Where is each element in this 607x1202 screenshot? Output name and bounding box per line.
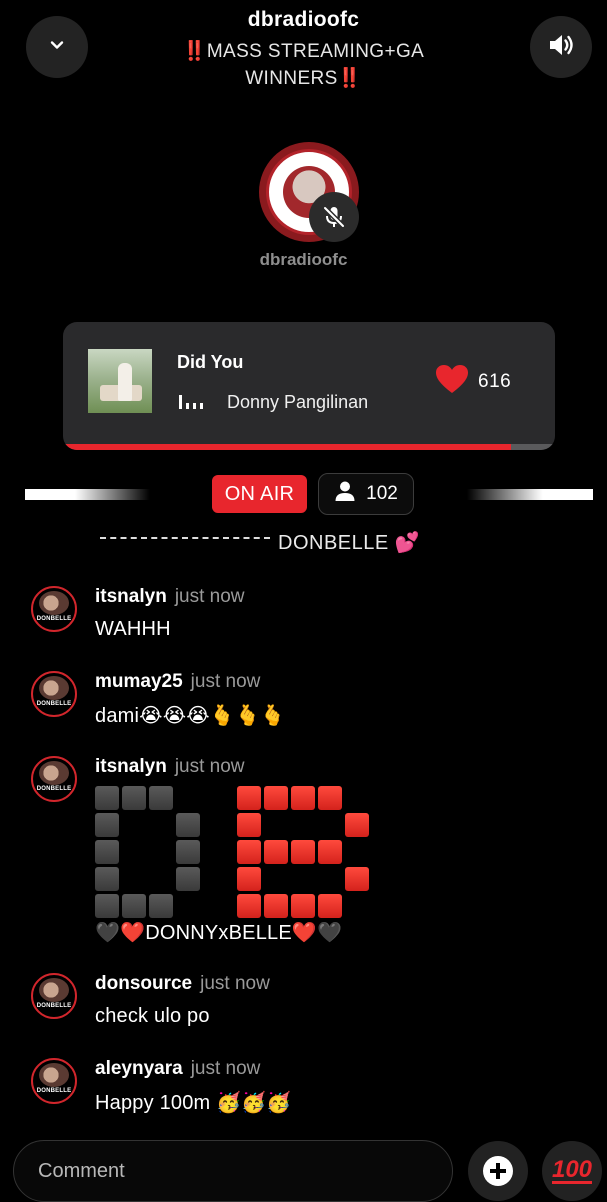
speaker-icon <box>546 30 576 65</box>
divider-right <box>467 489 593 500</box>
room-title: dbradioofc <box>247 8 360 31</box>
user-avatar[interactable] <box>31 1058 77 1104</box>
host-name: dbradioofc <box>259 250 348 269</box>
message-username[interactable]: itsnalyn just now <box>95 756 245 778</box>
heart-icon[interactable] <box>435 364 469 399</box>
message-username[interactable]: donsource just now <box>95 973 270 995</box>
composer-bar: Comment 100 <box>0 1138 607 1202</box>
user-avatar[interactable] <box>31 973 77 1019</box>
message-time: just now <box>174 586 245 607</box>
hundred-reaction-button[interactable]: 100 <box>542 1141 602 1201</box>
user-avatar[interactable] <box>31 756 77 802</box>
like-count: 616 <box>478 371 512 392</box>
on-air-badge: ON AIR <box>212 475 307 513</box>
listener-count-button[interactable]: 102 <box>318 473 414 515</box>
message-username[interactable]: aleynyara just now <box>95 1058 260 1080</box>
message-time: just now <box>190 1058 261 1079</box>
message-text-partial: DONBELLE 💕 <box>100 530 420 555</box>
chevron-down-icon <box>47 35 67 60</box>
emoji-art-d <box>95 786 200 918</box>
message-text: dami😭😭😭🫰🫰🫰 <box>95 705 286 727</box>
room-subtitle: ‼️MASS STREAMING+GA WINNERS‼️ <box>182 41 425 89</box>
message-time: just now <box>190 671 261 692</box>
now-playing-card[interactable]: Did You Donny Pangilinan 616 <box>63 322 555 450</box>
volume-button[interactable] <box>530 16 592 78</box>
chat-feed[interactable]: DONBELLE 💕 itsnalynjust now WAHHH mumay2… <box>0 520 607 1140</box>
message-text: 🖤❤️DONNYxBELLE❤️🖤 <box>95 922 343 944</box>
album-cover <box>88 349 152 413</box>
equalizer-icon <box>179 393 203 409</box>
user-icon <box>334 480 356 508</box>
message-text: Happy 100m 🥳🥳🥳 <box>95 1092 292 1114</box>
message-text: check ulo po <box>95 1005 210 1027</box>
user-avatar[interactable] <box>31 586 77 632</box>
room-subtitle-text: MASS STREAMING+GA WINNERS <box>206 41 425 89</box>
message-time: just now <box>174 756 245 777</box>
plus-icon <box>483 1156 513 1186</box>
song-title: Did You <box>177 352 244 372</box>
message-text: WAHHH <box>95 618 171 640</box>
song-artist: Donny Pangilinan <box>227 392 369 412</box>
add-button[interactable] <box>468 1141 528 1201</box>
message-username[interactable]: mumay25 just now <box>95 671 260 693</box>
message-username[interactable]: itsnalyn just now <box>95 586 245 608</box>
song-progress-bar <box>63 444 555 450</box>
song-progress-fill <box>63 444 511 450</box>
emoji-art-b <box>237 786 369 918</box>
listener-count: 102 <box>366 483 398 504</box>
user-avatar[interactable] <box>31 671 77 717</box>
divider-left <box>25 489 150 500</box>
mic-off-icon <box>309 192 359 242</box>
live-status-row: ON AIR 102 <box>0 472 607 518</box>
comment-input[interactable]: Comment <box>13 1140 453 1202</box>
hundred-points-icon: 100 <box>551 1155 593 1184</box>
message-time: just now <box>200 973 270 994</box>
